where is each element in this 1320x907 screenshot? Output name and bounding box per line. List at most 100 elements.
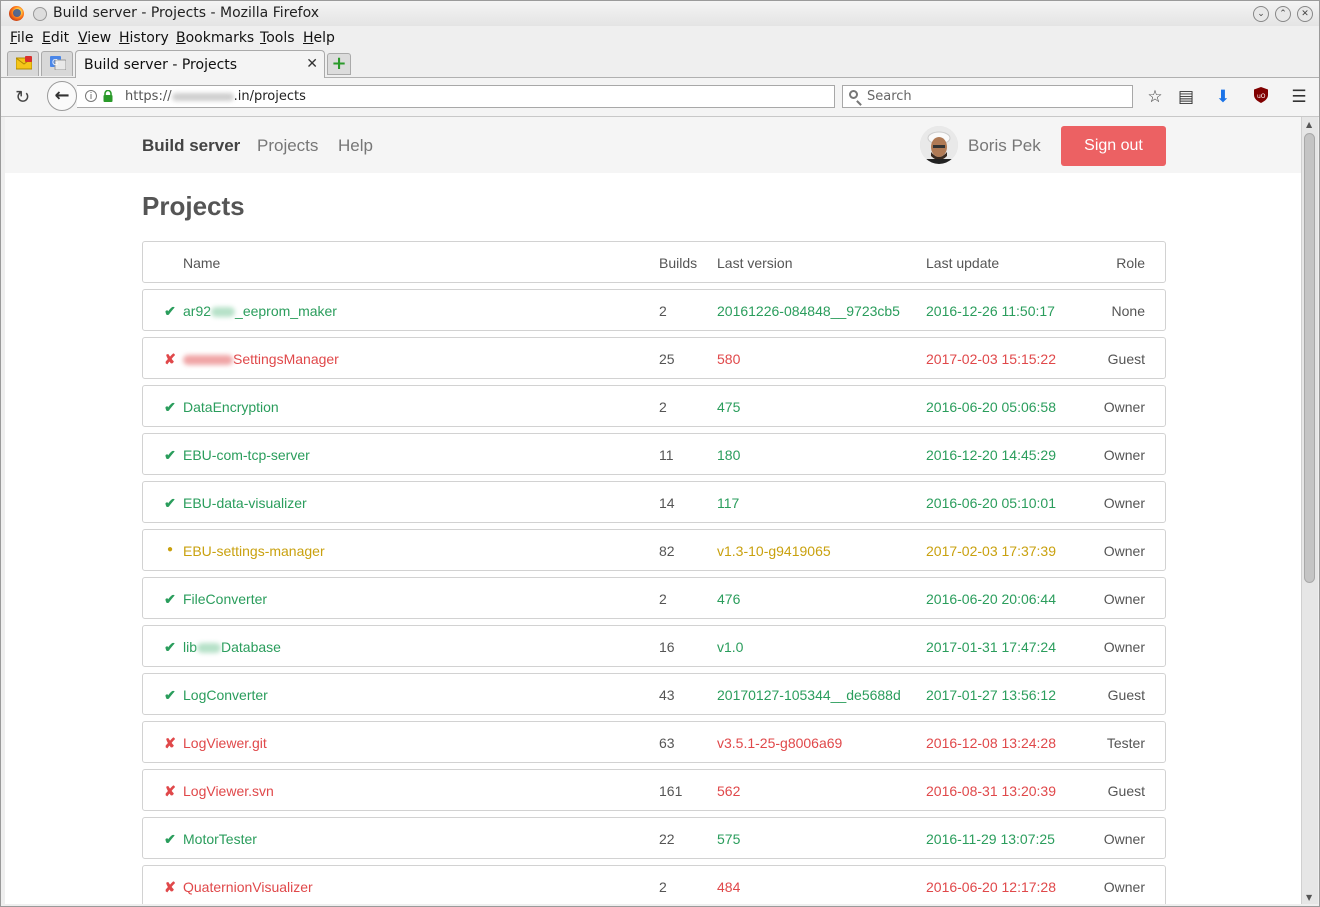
nav-link-projects[interactable]: Projects: [257, 136, 318, 156]
search-input[interactable]: [865, 88, 1119, 105]
table-row[interactable]: ✔ ar92 _eeprom_maker 2 20161226-084848__9723…: [142, 289, 1166, 331]
table-row[interactable]: ✔ LogConverter 43 20170127-105344__de5688d 2…: [142, 673, 1166, 715]
back-button[interactable]: ←: [47, 81, 77, 111]
pinned-tab-mail[interactable]: [7, 51, 39, 76]
last-version: v1.0: [717, 639, 744, 655]
new-tab-button[interactable]: +: [327, 53, 351, 75]
project-name-link[interactable]: EBU-data-visualizer: [183, 495, 307, 511]
table-row[interactable]: ● EBU-settings-manager 82 v1.3-10-g9419065 2…: [142, 529, 1166, 571]
user-photo-icon: [920, 126, 958, 164]
window-menu-icon[interactable]: [33, 7, 47, 21]
project-name-link[interactable]: EBU-com-tcp-server: [183, 447, 310, 463]
last-update: 2016-06-20 20:06:44: [926, 591, 1056, 607]
projects-table: Name Builds Last version Last update Rol…: [142, 241, 1166, 904]
table-row[interactable]: ✔ EBU-com-tcp-server 11 180 2016-12-20 14:45…: [142, 433, 1166, 475]
nav-link-help[interactable]: Help: [338, 136, 373, 156]
header-last-version[interactable]: Last version: [717, 255, 792, 271]
last-update: 2017-01-31 17:47:24: [926, 639, 1056, 655]
project-name-link[interactable]: MotorTester: [183, 831, 257, 847]
table-row[interactable]: ✔ EBU-data-visualizer 14 117 2016-06-20 05:1…: [142, 481, 1166, 523]
build-count: 2: [659, 591, 667, 607]
project-name-link[interactable]: LogViewer.git: [183, 735, 267, 751]
hamburger-menu-icon[interactable]: ☰: [1289, 87, 1309, 107]
minimize-icon[interactable]: ⌄: [1253, 6, 1269, 22]
menu-edit[interactable]: Edit: [42, 30, 69, 46]
download-icon[interactable]: ⬇: [1213, 87, 1233, 107]
menu-tools[interactable]: Tools: [260, 30, 295, 46]
last-version: 575: [717, 831, 741, 847]
table-row[interactable]: ✘ LogViewer.git 63 v3.5.1-25-g8006a69 2016-1…: [142, 721, 1166, 763]
status-ok-icon: ✔: [164, 687, 176, 703]
url-text[interactable]: https://.in/projects: [125, 89, 306, 104]
lock-icon: [103, 90, 113, 102]
page-title: Projects: [142, 191, 245, 221]
project-name-link[interactable]: EBU-settings-manager: [183, 543, 325, 559]
scroll-thumb[interactable]: [1304, 133, 1315, 583]
menu-history[interactable]: History: [119, 30, 169, 46]
header-last-update[interactable]: Last update: [926, 255, 999, 271]
pinned-tab-translate[interactable]: G: [41, 51, 73, 76]
project-name-prefix: lib: [183, 639, 198, 655]
role: Tester: [1106, 735, 1145, 751]
last-update: 2016-12-26 11:50:17: [926, 303, 1055, 319]
last-update: 2016-06-20 12:17:28: [926, 879, 1056, 895]
last-version: v1.3-10-g9419065: [717, 543, 831, 559]
last-update: 2016-12-08 13:24:28: [926, 735, 1056, 751]
status-fail-icon: ✘: [164, 783, 176, 799]
table-row[interactable]: ✘ QuaternionVisualizer 2 484 2016-06-20 12:1…: [142, 865, 1166, 904]
table-row[interactable]: ✔ lib Database 16 v1.0 2017-01-31 17:47:24 Own…: [142, 625, 1166, 667]
project-name-link[interactable]: FileConverter: [183, 591, 267, 607]
scroll-down-arrow-icon[interactable]: ▼: [1306, 893, 1312, 902]
reading-list-icon[interactable]: ▤: [1176, 87, 1196, 107]
user-name[interactable]: Boris Pek: [968, 136, 1041, 156]
bookmark-star-icon[interactable]: ☆: [1145, 87, 1165, 107]
menu-help[interactable]: Help: [303, 30, 335, 46]
project-name-link[interactable]: LogViewer.svn: [183, 783, 274, 799]
ublock-icon[interactable]: uO: [1251, 87, 1271, 108]
project-name-link[interactable]: QuaternionVisualizer: [183, 879, 313, 895]
url-bar[interactable]: i https://.in/projects: [77, 85, 835, 108]
table-row[interactable]: ✘ SettingsManager 25 580 2017-02-03 15:15:22…: [142, 337, 1166, 379]
build-count: 25: [659, 351, 675, 367]
svg-text:G: G: [52, 58, 58, 67]
last-version: 20170127-105344__de5688d: [717, 687, 901, 703]
avatar[interactable]: [920, 126, 958, 164]
menu-file[interactable]: File: [10, 30, 33, 46]
menu-bookmarks[interactable]: Bookmarks: [176, 30, 254, 46]
header-name[interactable]: Name: [183, 255, 220, 271]
reload-icon[interactable]: ↻: [15, 87, 30, 108]
table-row[interactable]: ✔ MotorTester 22 575 2016-11-29 13:07:25 Owne…: [142, 817, 1166, 859]
role: Owner: [1103, 879, 1145, 895]
tab-close-icon[interactable]: ✕: [306, 56, 318, 72]
header-builds[interactable]: Builds: [659, 255, 697, 271]
maximize-icon[interactable]: ⌃: [1275, 6, 1291, 22]
table-row[interactable]: ✔ FileConverter 2 476 2016-06-20 20:06:44 Own…: [142, 577, 1166, 619]
site-brand[interactable]: Build server: [142, 136, 240, 156]
project-name-link[interactable]: DataEncryption: [183, 399, 279, 415]
status-ok-icon: ✔: [164, 447, 176, 463]
header-role[interactable]: Role: [1116, 255, 1145, 271]
table-row[interactable]: ✘ LogViewer.svn 161 562 2016-08-31 13:20:39 G…: [142, 769, 1166, 811]
project-name-link[interactable]: SettingsManager: [183, 351, 339, 367]
project-name-link[interactable]: ar92 _eeprom_maker: [183, 303, 337, 319]
role: Guest: [1107, 687, 1145, 703]
menu-view[interactable]: View: [78, 30, 111, 46]
last-version: 580: [717, 351, 741, 367]
close-window-icon[interactable]: ✕: [1297, 6, 1313, 22]
page-scrollbar[interactable]: ▲ ▼: [1301, 117, 1318, 904]
table-row[interactable]: ✔ DataEncryption 2 475 2016-06-20 05:06:58 Ow…: [142, 385, 1166, 427]
search-bar[interactable]: [842, 85, 1133, 108]
menu-bar: File Edit View History Bookmarks Tools H…: [1, 27, 1319, 49]
role: Guest: [1107, 783, 1145, 799]
status-ok-icon: ✔: [164, 399, 176, 415]
role: Owner: [1103, 639, 1145, 655]
scroll-up-arrow-icon[interactable]: ▲: [1306, 120, 1312, 129]
sign-out-button[interactable]: Sign out: [1061, 126, 1166, 166]
tab-build-server[interactable]: Build server - Projects ✕: [75, 50, 325, 78]
nav-toolbar: ↻ i https://.in/projects ← ☆ ▤ ⬇ uO ☰: [1, 78, 1319, 117]
last-update: 2017-02-03 15:15:22: [926, 351, 1056, 367]
project-name-link[interactable]: lib Database: [183, 639, 281, 655]
info-icon[interactable]: i: [85, 90, 97, 102]
translate-icon: G: [50, 56, 66, 70]
project-name-link[interactable]: LogConverter: [183, 687, 268, 703]
